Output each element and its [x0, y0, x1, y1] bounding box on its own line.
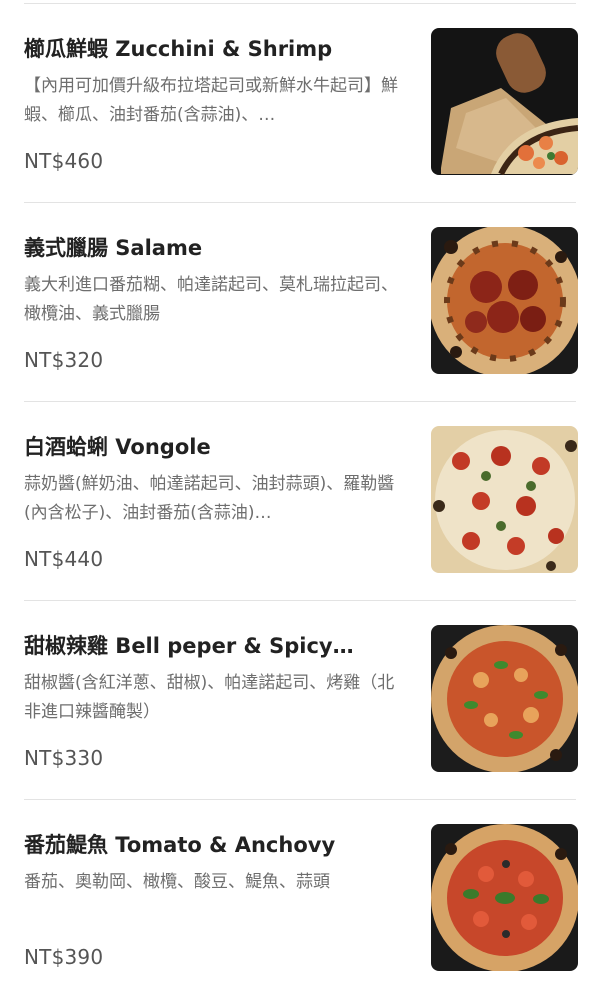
item-price: NT$460: [24, 149, 104, 173]
bell-pepper-chicken-pizza-icon[interactable]: [431, 625, 578, 772]
menu-list: 櫛瓜鮮蝦 Zucchini & Shrimp 【內用可加價升級布拉塔起司或新鮮水…: [0, 0, 600, 1000]
item-name: 義式臘腸 Salame: [24, 236, 203, 260]
item-price: NT$320: [24, 348, 104, 372]
menu-item-zucchini-shrimp[interactable]: 櫛瓜鮮蝦 Zucchini & Shrimp 【內用可加價升級布拉塔起司或新鮮水…: [0, 4, 600, 203]
salame-pizza-icon[interactable]: [431, 227, 578, 374]
menu-item-salame[interactable]: 義式臘腸 Salame 義大利進口番茄糊、帕達諾起司、莫札瑞拉起司、橄欖油、義式…: [0, 203, 600, 402]
tomato-anchovy-pizza-icon[interactable]: [431, 824, 578, 971]
item-price: NT$390: [24, 945, 104, 969]
item-name: 番茄鯷魚 Tomato & Anchovy: [24, 833, 336, 857]
item-name: 櫛瓜鮮蝦 Zucchini & Shrimp: [24, 37, 333, 61]
item-price: NT$440: [24, 547, 104, 571]
shrimp-pizza-icon[interactable]: [431, 28, 578, 175]
menu-item-vongole[interactable]: 白酒蛤蜊 Vongole 蒜奶醬(鮮奶油、帕達諾起司、油封蒜頭)、羅勒醬(內含松…: [0, 402, 600, 601]
vongole-pizza-icon[interactable]: [431, 426, 578, 573]
item-price: NT$330: [24, 746, 104, 770]
item-description: 甜椒醬(含紅洋蔥、甜椒)、帕達諾起司、烤雞（北非進口辣醬醃製）: [24, 673, 395, 722]
item-description: 番茄、奧勒岡、橄欖、酸豆、鯷魚、蒜頭: [24, 872, 330, 892]
item-description: 【內用可加價升級布拉塔起司或新鮮水牛起司】鮮蝦、櫛瓜、油封番茄(含蒜油)、…: [24, 76, 398, 125]
item-name: 甜椒辣雞 Bell peper & Spicy…: [24, 634, 354, 658]
menu-item-bell-pepper-chicken[interactable]: 甜椒辣雞 Bell peper & Spicy… 甜椒醬(含紅洋蔥、甜椒)、帕達…: [0, 601, 600, 800]
menu-item-tomato-anchovy[interactable]: 番茄鯷魚 Tomato & Anchovy 番茄、奧勒岡、橄欖、酸豆、鯷魚、蒜頭…: [0, 800, 600, 999]
item-name: 白酒蛤蜊 Vongole: [24, 435, 211, 459]
item-description: 義大利進口番茄糊、帕達諾起司、莫札瑞拉起司、橄欖油、義式臘腸: [24, 275, 398, 324]
item-description: 蒜奶醬(鮮奶油、帕達諾起司、油封蒜頭)、羅勒醬(內含松子)、油封番茄(含蒜油)…: [24, 474, 395, 523]
